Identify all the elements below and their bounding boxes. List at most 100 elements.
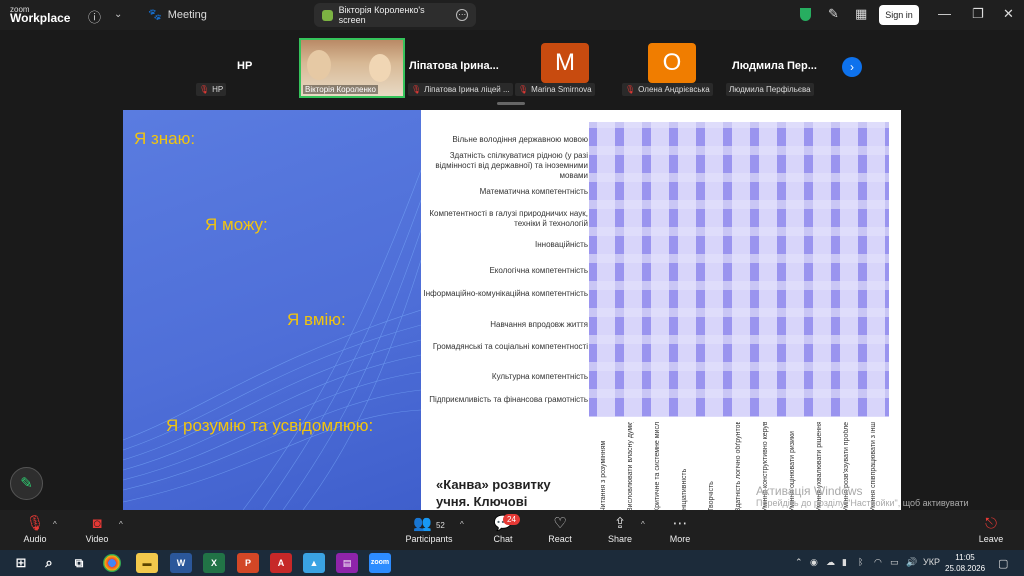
powerpoint-icon[interactable]: P (237, 553, 259, 573)
react-label: React (548, 534, 572, 544)
participant-video[interactable]: Вікторія Короленко (299, 38, 405, 98)
mic-muted-icon: 🎙 (625, 85, 636, 94)
participant-tile-name: HP (237, 60, 253, 72)
participant-tag: 🎙 Ліпатова Ірина ліцей ... (408, 83, 513, 96)
minimize-icon[interactable]: — (938, 6, 951, 21)
video-name-label: Вікторія Короленко (303, 85, 378, 94)
clock-date: 25.08.2026 (945, 564, 986, 573)
participants-label: Participants (405, 534, 453, 544)
share-options-caret[interactable]: ^ (641, 520, 645, 529)
competence-label: Громадянські та соціальні компетентності (432, 342, 588, 351)
windows-start-icon[interactable]: ⊞ (10, 553, 32, 573)
meeting-menu[interactable]: 🐾 Meeting (148, 8, 207, 22)
word-icon[interactable]: W (170, 553, 192, 573)
leave-button[interactable]: ⎋ Leave (961, 514, 1021, 544)
annotate-icon[interactable]: ✎ (828, 6, 839, 22)
watermark-title: Активація Windows (756, 484, 863, 498)
info-icon[interactable]: ⓘ (88, 7, 101, 26)
display-icon[interactable]: ▭ (890, 557, 899, 568)
shared-screen: Я знаю: Я можу: Я вмію: Я розумію та усв… (123, 110, 901, 510)
volume-icon[interactable]: 🔊 (906, 557, 917, 568)
column-band (813, 122, 831, 417)
video-button[interactable]: ◙ Video (67, 514, 127, 544)
logo-bottom-text: Workplace (10, 11, 71, 25)
close-icon[interactable]: ✕ (1003, 6, 1014, 22)
heart-icon: ♡ (553, 515, 567, 532)
more-button[interactable]: ⋯ More (650, 514, 710, 544)
participant-tile-name: Ліпатова Ірина... (409, 60, 499, 72)
mic-muted-icon: 🎙 (411, 85, 422, 94)
react-button[interactable]: ♡ React (530, 514, 590, 544)
competence-label: Культурна компетентність (491, 372, 588, 381)
chrome-icon[interactable] (103, 554, 121, 572)
participants-options-caret[interactable]: ^ (460, 520, 464, 529)
participants-icon: 👥 52 (413, 515, 445, 532)
share-screen-tab[interactable]: Вікторія Короленко's screen ··· (314, 3, 476, 27)
competence-label: Навчання впродовж життя (490, 320, 588, 329)
column-band (867, 122, 885, 417)
more-options-icon[interactable]: ··· (456, 9, 468, 21)
wave-decoration (123, 169, 421, 510)
video-options-caret[interactable]: ^ (119, 520, 123, 529)
more-label: More (669, 534, 691, 544)
tray-chevron-icon[interactable]: ⌃ (795, 557, 803, 568)
language-indicator[interactable]: УКР (923, 557, 940, 567)
participant-tag-text: HP (212, 85, 224, 94)
column-band (651, 122, 669, 417)
canvas-grid (589, 122, 889, 417)
zoom-logo: zoom Workplace (10, 5, 71, 25)
competence-label: Інформаційно-комунікаційна компетентніст… (423, 289, 588, 298)
search-icon[interactable]: ⌕ (38, 553, 60, 573)
participant-tag-text: Ліпатова Ірина ліцей ... (424, 85, 510, 94)
column-band (705, 122, 723, 417)
onedrive-icon[interactable]: ☁ (826, 557, 835, 568)
chat-label: Chat (493, 534, 513, 544)
competence-label: Екологічна компетентність (489, 266, 588, 275)
share-button[interactable]: ⇪ Share (590, 514, 650, 544)
avatar: M (541, 43, 589, 83)
bluetooth-icon[interactable]: ᛒ (858, 557, 863, 567)
next-page-button[interactable]: › (842, 57, 862, 77)
system-clock[interactable]: 11:05 25.08.2026 (945, 552, 985, 574)
share-tab-label: Вікторія Короленко's screen (338, 5, 425, 25)
skill-label: Здатність логічно обґрунтовувати позицію (735, 422, 742, 510)
participant-tag: 🎙 Marina Smirnova (515, 83, 595, 96)
battery-icon[interactable]: ▮ (842, 557, 847, 568)
file-explorer-icon[interactable]: ▬ (136, 553, 158, 573)
competence-label: Підприємливість та фінансова грамотність (429, 395, 588, 404)
restore-icon[interactable]: ❐ (972, 6, 984, 22)
column-band (732, 122, 750, 417)
photos-icon[interactable]: ▲ (303, 553, 325, 573)
more-icon: ⋯ (672, 515, 688, 532)
column-band (786, 122, 804, 417)
competence-label: Вільне володіння державною мовою (452, 135, 588, 144)
pdf-reader-icon[interactable]: A (270, 553, 292, 573)
windows-taskbar: ⊞ ⌕ ⧉ ▬ W X P A ▲ ▤ zoom (0, 550, 1024, 576)
network-icon[interactable]: ◉ (810, 557, 818, 568)
notifications-icon[interactable]: ▢ (998, 557, 1008, 570)
share-app-icon (322, 9, 333, 21)
audio-options-caret[interactable]: ^ (53, 520, 57, 529)
slide-phrase: Я вмію: (287, 310, 346, 329)
column-band (759, 122, 777, 417)
shield-icon[interactable] (800, 8, 811, 21)
skill-label: Висловлювати власну думку усно та письмо… (627, 422, 634, 510)
person-image (369, 54, 391, 82)
skill-label: Творчість (708, 481, 715, 510)
task-view-icon[interactable]: ⧉ (68, 553, 90, 573)
resize-handle[interactable] (497, 102, 525, 105)
zoom-taskbar-icon[interactable]: zoom (369, 553, 391, 573)
grid-view-icon[interactable]: ▦ (855, 6, 867, 22)
audio-button[interactable]: 🎙 Audio (5, 514, 65, 544)
participant-tag-text: Людмила Перфільєва (729, 85, 811, 94)
slide-phrase: Я розумію та усвідомлюю: (166, 416, 374, 435)
excel-icon[interactable]: X (203, 553, 225, 573)
wifi-icon[interactable]: ◠ (874, 557, 882, 568)
winrar-icon[interactable]: ▤ (336, 553, 358, 573)
sign-in-button[interactable]: Sign in (879, 5, 919, 25)
annotate-pen-button[interactable]: ✎ (10, 467, 43, 500)
chevron-down-icon[interactable]: ⌄ (114, 9, 122, 20)
chat-unread-badge: 24 (503, 514, 520, 525)
participants-button[interactable]: 👥 52 Participants (399, 514, 459, 544)
video-off-icon: ◙ (92, 515, 102, 532)
